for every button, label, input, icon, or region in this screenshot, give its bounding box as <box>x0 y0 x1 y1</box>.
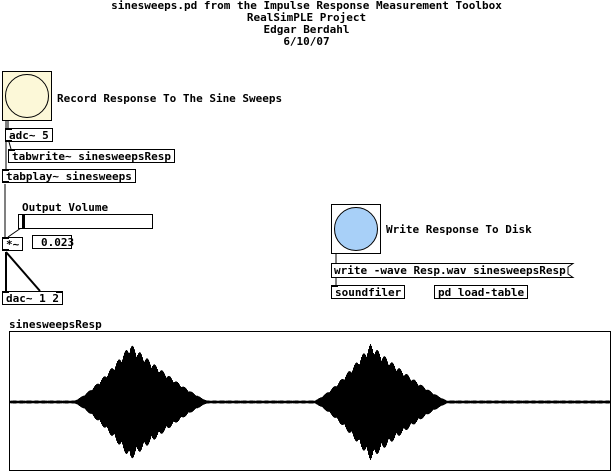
record-bang[interactable] <box>2 71 52 121</box>
tabplay-object-text: tabplay~ sinesweeps <box>6 170 132 183</box>
volume-number-box[interactable]: 0.023 <box>32 235 75 249</box>
soundfiler-object[interactable]: soundfiler <box>331 285 406 299</box>
load-table-text: pd load-table <box>438 286 525 299</box>
array-graph[interactable] <box>9 331 611 471</box>
adc-outlet[interactable] <box>6 140 12 142</box>
soundfiler-object-text: soundfiler <box>335 286 402 299</box>
array-name: sinesweepsResp <box>9 318 102 331</box>
write-bang[interactable] <box>331 204 381 254</box>
tabplay-outlet[interactable] <box>3 181 9 183</box>
write-message-box[interactable]: write -wave Resp.wav sinesweepsResp <box>331 263 575 278</box>
volume-slider-knob[interactable] <box>22 215 25 228</box>
multiply-outlet[interactable] <box>3 249 9 251</box>
dac-inlet-right[interactable] <box>55 291 62 293</box>
record-label: Record Response To The Sine Sweeps <box>57 92 283 105</box>
volume-number-value: 0.023 <box>41 236 75 249</box>
dac-object[interactable]: dac~ 1 2 <box>2 291 63 305</box>
volume-label: Output Volume <box>22 201 109 214</box>
volume-slider[interactable] <box>18 214 153 229</box>
tabplay-inlet[interactable] <box>3 169 9 171</box>
tabwrite-object[interactable]: tabwrite~ sinesweepsResp <box>8 149 175 163</box>
load-table-subpatch[interactable]: pd load-table <box>434 285 529 299</box>
waveform-trace <box>10 344 610 460</box>
adc-object[interactable]: adc~ 5 <box>5 128 53 142</box>
dac-object-text: dac~ 1 2 <box>6 292 59 305</box>
dac-inlet-left[interactable] <box>3 291 9 293</box>
soundfiler-inlet[interactable] <box>332 285 338 287</box>
record-bang-circle <box>5 74 49 118</box>
multiply-object[interactable]: *~ <box>2 237 24 251</box>
adc-object-text: adc~ 5 <box>9 129 49 142</box>
write-bang-circle <box>334 207 378 251</box>
write-label: Write Response To Disk <box>386 223 532 236</box>
message-box-outline <box>331 263 575 278</box>
adc-inlet[interactable] <box>6 128 12 130</box>
multiply-inlet[interactable] <box>3 237 9 239</box>
write-message-text: write -wave Resp.wav sinesweepsResp <box>334 264 566 277</box>
array-waveform <box>10 344 610 460</box>
tabwrite-inlet[interactable] <box>9 149 15 151</box>
tabwrite-object-text: tabwrite~ sinesweepsResp <box>12 150 171 163</box>
tabplay-object[interactable]: tabplay~ sinesweeps <box>2 169 136 183</box>
